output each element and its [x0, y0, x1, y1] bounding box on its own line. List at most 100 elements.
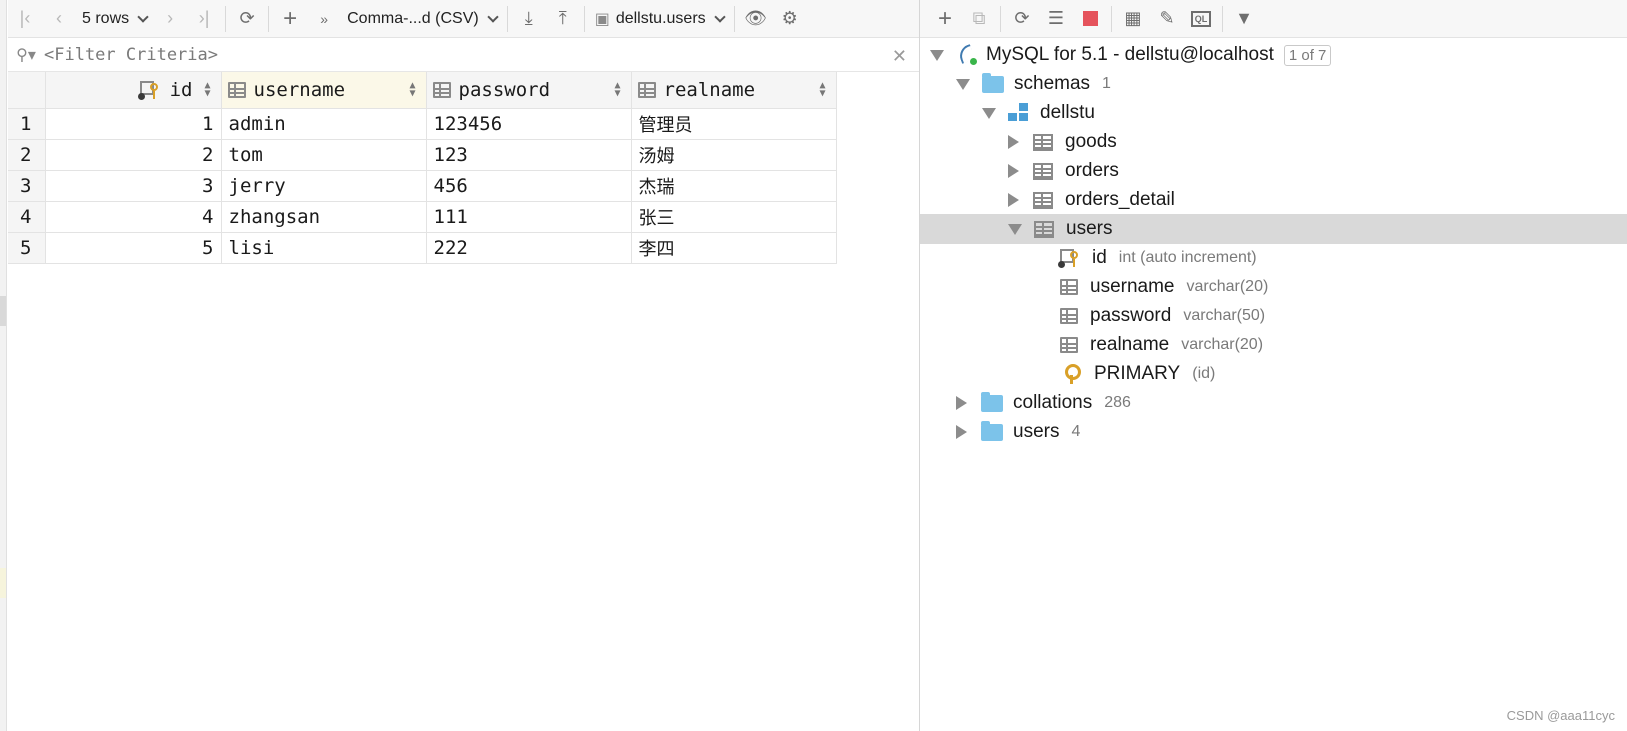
column-header-realname[interactable]: realname ▲ ▼	[631, 72, 837, 109]
sql-console-icon[interactable]: QL	[1184, 0, 1218, 38]
cell-password[interactable]: 111	[426, 201, 632, 233]
filter-input[interactable]: <Filter Criteria>	[44, 45, 218, 65]
add-row-icon[interactable]: +	[273, 0, 307, 38]
table-row[interactable]: 5 5 lisi 222 李四	[8, 232, 837, 264]
separator	[506, 5, 508, 32]
tree-column-id[interactable]: id int (auto increment)	[920, 243, 1627, 273]
cell-username[interactable]: lisi	[221, 232, 427, 264]
upload-icon[interactable]: ⤒	[546, 0, 580, 38]
sort-icon[interactable]: ▲ ▼	[819, 81, 825, 99]
sort-icon[interactable]: ▲ ▼	[409, 81, 415, 99]
add-icon[interactable]: +	[928, 0, 962, 38]
expand-icon[interactable]	[1008, 193, 1019, 207]
edit-icon[interactable]: ✎	[1150, 0, 1184, 38]
prev-page-icon[interactable]: ‹	[42, 0, 76, 38]
column-header-username[interactable]: username ▲ ▼	[221, 72, 427, 109]
cell-id[interactable]: 3	[45, 170, 222, 202]
table-row[interactable]: 4 4 zhangsan 111 张三	[8, 201, 837, 233]
column-header-id[interactable]: id ▲ ▼	[45, 72, 222, 109]
next-page-icon[interactable]: ›	[153, 0, 187, 38]
cell-realname[interactable]: 张三	[631, 201, 837, 233]
collapse-icon[interactable]	[930, 49, 944, 61]
column-label: password	[1090, 305, 1172, 326]
last-page-icon[interactable]: ›|	[187, 0, 221, 38]
eye-icon[interactable]: 👁	[739, 0, 773, 38]
cell-id[interactable]: 2	[45, 139, 222, 171]
cell-realname[interactable]: 汤姆	[631, 139, 837, 171]
tree-table-orders-detail[interactable]: orders_detail	[920, 185, 1627, 215]
row-number-header	[8, 72, 46, 109]
column-icon	[1060, 308, 1078, 324]
separator	[1000, 5, 1001, 32]
tree-collations[interactable]: collations 286	[920, 388, 1627, 418]
rows-dropdown[interactable]: 5 rows	[76, 0, 153, 38]
tree-table-orders[interactable]: orders	[920, 156, 1627, 186]
gear-icon[interactable]: ⚙	[773, 0, 807, 38]
tree-connection[interactable]: MySQL for 5.1 - dellstu@localhost 1 of 7	[920, 40, 1627, 70]
collapse-icon[interactable]	[1008, 223, 1022, 235]
expand-icon[interactable]	[1008, 135, 1019, 149]
export-format-dropdown[interactable]: Comma-...d (CSV)	[341, 0, 503, 38]
row-number[interactable]: 4	[8, 201, 46, 233]
separator	[225, 5, 227, 32]
folder-icon	[981, 420, 1003, 441]
tree-table-goods[interactable]: goods	[920, 127, 1627, 157]
expand-icon[interactable]	[956, 396, 967, 410]
expand-icon[interactable]	[956, 425, 967, 439]
cell-password[interactable]: 123456	[426, 108, 632, 140]
close-icon[interactable]: ✕	[892, 46, 907, 67]
cell-password[interactable]: 222	[426, 232, 632, 264]
database-explorer: + ⧉ ⟳ ☰ ▦ ✎ QL ▼ MySQL for 5.1 - dellstu…	[920, 0, 1627, 731]
tree-table-users[interactable]: users	[920, 214, 1627, 244]
cell-password[interactable]: 123	[426, 139, 632, 171]
row-number[interactable]: 3	[8, 170, 46, 202]
cell-password[interactable]: 456	[426, 170, 632, 202]
tree-column-realname[interactable]: realname varchar(20)	[920, 330, 1627, 360]
copy-icon[interactable]: ⧉	[962, 0, 996, 38]
stop-icon[interactable]	[1073, 0, 1107, 38]
tree-column-password[interactable]: password varchar(50)	[920, 301, 1627, 331]
filter-bar[interactable]: ⚲▾ <Filter Criteria> ✕	[8, 38, 919, 72]
row-number[interactable]: 2	[8, 139, 46, 171]
table-row[interactable]: 2 2 tom 123 汤姆	[8, 139, 837, 171]
cell-id[interactable]: 5	[45, 232, 222, 264]
more-icon[interactable]: »	[307, 0, 341, 38]
cell-id[interactable]: 4	[45, 201, 222, 233]
cell-realname[interactable]: 李四	[631, 232, 837, 264]
filter-icon[interactable]: ▼	[1227, 0, 1261, 38]
cell-username[interactable]: tom	[221, 139, 427, 171]
table-icon	[1033, 191, 1053, 209]
cell-id[interactable]: 1	[45, 108, 222, 140]
tree-column-username[interactable]: username varchar(20)	[920, 272, 1627, 302]
column-type: varchar(50)	[1183, 307, 1266, 324]
refresh-icon[interactable]: ⟳	[230, 0, 264, 38]
collapse-icon[interactable]	[982, 107, 996, 119]
table-row[interactable]: 3 3 jerry 456 杰瑞	[8, 170, 837, 202]
tree-schemas[interactable]: schemas 1	[920, 69, 1627, 99]
cell-realname[interactable]: 杰瑞	[631, 170, 837, 202]
chevron-down-icon	[487, 10, 499, 23]
cell-username[interactable]: zhangsan	[221, 201, 427, 233]
tree-schema-dellstu[interactable]: dellstu	[920, 98, 1627, 128]
row-number[interactable]: 5	[8, 232, 46, 264]
tree-users-folder[interactable]: users 4	[920, 417, 1627, 447]
row-number[interactable]: 1	[8, 108, 46, 140]
first-page-icon[interactable]: |‹	[8, 0, 42, 38]
table-ref-dropdown[interactable]: ▣ dellstu.users	[589, 0, 730, 38]
schema-settings-icon[interactable]: ☰	[1039, 0, 1073, 38]
key-label: PRIMARY	[1094, 363, 1181, 384]
cell-realname[interactable]: 管理员	[631, 108, 837, 140]
connection-badge[interactable]: 1 of 7	[1283, 44, 1332, 66]
sort-icon[interactable]: ▲ ▼	[204, 81, 210, 99]
cell-username[interactable]: admin	[221, 108, 427, 140]
cell-username[interactable]: jerry	[221, 170, 427, 202]
sort-icon[interactable]: ▲ ▼	[614, 81, 620, 99]
column-header-password[interactable]: password ▲ ▼	[426, 72, 632, 109]
collapse-icon[interactable]	[956, 78, 970, 90]
refresh-icon[interactable]: ⟳	[1005, 0, 1039, 38]
table-view-icon[interactable]: ▦	[1116, 0, 1150, 38]
table-row[interactable]: 1 1 admin 123456 管理员	[8, 108, 837, 140]
expand-icon[interactable]	[1008, 164, 1019, 178]
tree-key-primary[interactable]: PRIMARY (id)	[920, 359, 1627, 389]
download-icon[interactable]: ⤓	[512, 0, 546, 38]
